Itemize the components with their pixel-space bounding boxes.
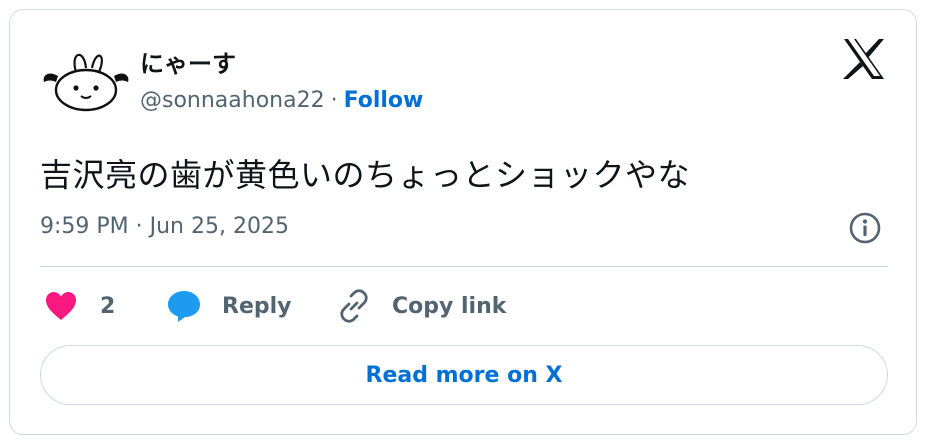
user-handle[interactable]: @sonnaahona22 <box>140 88 325 113</box>
display-name[interactable]: にゃーす <box>140 44 236 79</box>
speech-bubble-icon <box>168 291 200 322</box>
bunny-avatar-icon <box>43 53 129 112</box>
divider <box>40 266 888 267</box>
copy-link-label: Copy link <box>392 293 507 319</box>
info-icon[interactable] <box>848 211 882 245</box>
reply-label: Reply <box>222 293 292 319</box>
tweet-timestamp[interactable]: 9:59 PM · Jun 25, 2025 <box>40 214 289 239</box>
handle-row: @sonnaahona22 · Follow <box>140 88 423 113</box>
reply-button[interactable]: Reply <box>166 286 292 326</box>
link-icon <box>340 289 368 323</box>
like-count: 2 <box>100 293 116 319</box>
read-more-button[interactable]: Read more on X <box>40 345 888 405</box>
heart-icon <box>46 292 76 320</box>
separator-dot: · <box>330 88 338 113</box>
tweet-text: 吉沢亮の歯が黄色いのちょっとショックやな <box>40 156 691 194</box>
like-button[interactable]: 2 <box>44 286 115 326</box>
follow-button[interactable]: Follow <box>344 88 424 113</box>
x-logo-icon[interactable] <box>842 38 886 80</box>
avatar[interactable] <box>40 46 132 114</box>
copy-link-button[interactable]: Copy link <box>336 286 506 326</box>
